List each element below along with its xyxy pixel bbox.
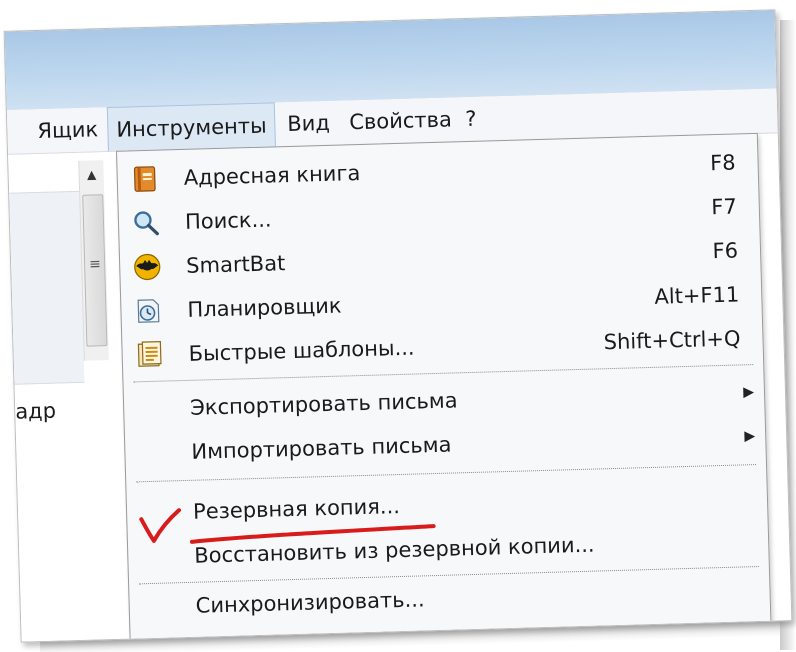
menu-tools-label: Инструменты: [116, 113, 267, 142]
menu-item-scheduler-shortcut: Alt+F11: [654, 282, 740, 309]
menu-mailbox[interactable]: Ящик: [29, 107, 107, 153]
vertical-scrollbar[interactable]: ▲ ≡: [78, 160, 109, 361]
menu-item-quick-templates-label: Быстрые шаблоны...: [188, 335, 415, 366]
red-checkmark-annotation: [139, 508, 182, 543]
scroll-grip-icon: ≡: [88, 256, 102, 273]
bat-icon: [134, 253, 161, 281]
menu-item-search-shortcut: F7: [711, 194, 738, 220]
menu-properties-label: Свойства: [348, 107, 453, 135]
menu-item-search-label: Поиск...: [184, 207, 272, 234]
search-icon: [134, 211, 159, 236]
scheduler-clock-icon: [137, 299, 160, 323]
menu-help[interactable]: ?: [457, 97, 485, 142]
menu-properties[interactable]: Свойства: [341, 97, 461, 144]
menu-view[interactable]: Вид: [279, 101, 339, 147]
address-book-icon: [133, 166, 156, 192]
menu-item-scheduler-label: Планировщик: [187, 293, 342, 322]
screenshot-stage: Ящик Инструменты Вид Свойства ? ▲ ≡ адр …: [0, 0, 796, 652]
menu-help-label: ?: [464, 106, 477, 132]
menu-item-address-book-label: Адресная книга: [183, 160, 361, 190]
menu-item-smartbat-shortcut: F6: [712, 238, 739, 264]
menu-item-address-book-shortcut: F8: [709, 150, 736, 176]
menu-item-synchronize[interactable]: Синхронизировать...: [129, 568, 770, 630]
left-pane-selection-band: [9, 190, 85, 385]
menu-item-quick-templates-shortcut: Shift+Ctrl+Q: [603, 326, 741, 355]
scroll-up-arrow-icon[interactable]: ▲: [79, 160, 104, 189]
left-pane: ▲ ≡ адр: [8, 151, 131, 642]
menu-item-smartbat-label: SmartBat: [185, 251, 286, 278]
menu-tools[interactable]: Инструменты: [106, 102, 277, 152]
tools-dropdown-menu: Адресная книга F8 Поиск... F7 SmartBat F…: [115, 132, 772, 641]
menu-mailbox-label: Ящик: [37, 117, 99, 143]
submenu-arrow-icon: ▶: [744, 428, 756, 445]
menu-item-export-messages-label: Экспортировать письма: [189, 388, 458, 420]
menu-view-label: Вид: [286, 110, 331, 137]
menu-item-synchronize-label: Синхронизировать...: [195, 587, 425, 618]
left-pane-partial-label: адр: [14, 398, 57, 424]
app-window: Ящик Инструменты Вид Свойства ? ▲ ≡ адр …: [3, 9, 793, 643]
submenu-arrow-icon: ▶: [742, 384, 755, 401]
menu-item-import-messages-label: Импортировать письма: [191, 432, 452, 464]
scroll-thumb[interactable]: ≡: [82, 194, 108, 347]
templates-icon: [137, 341, 162, 367]
